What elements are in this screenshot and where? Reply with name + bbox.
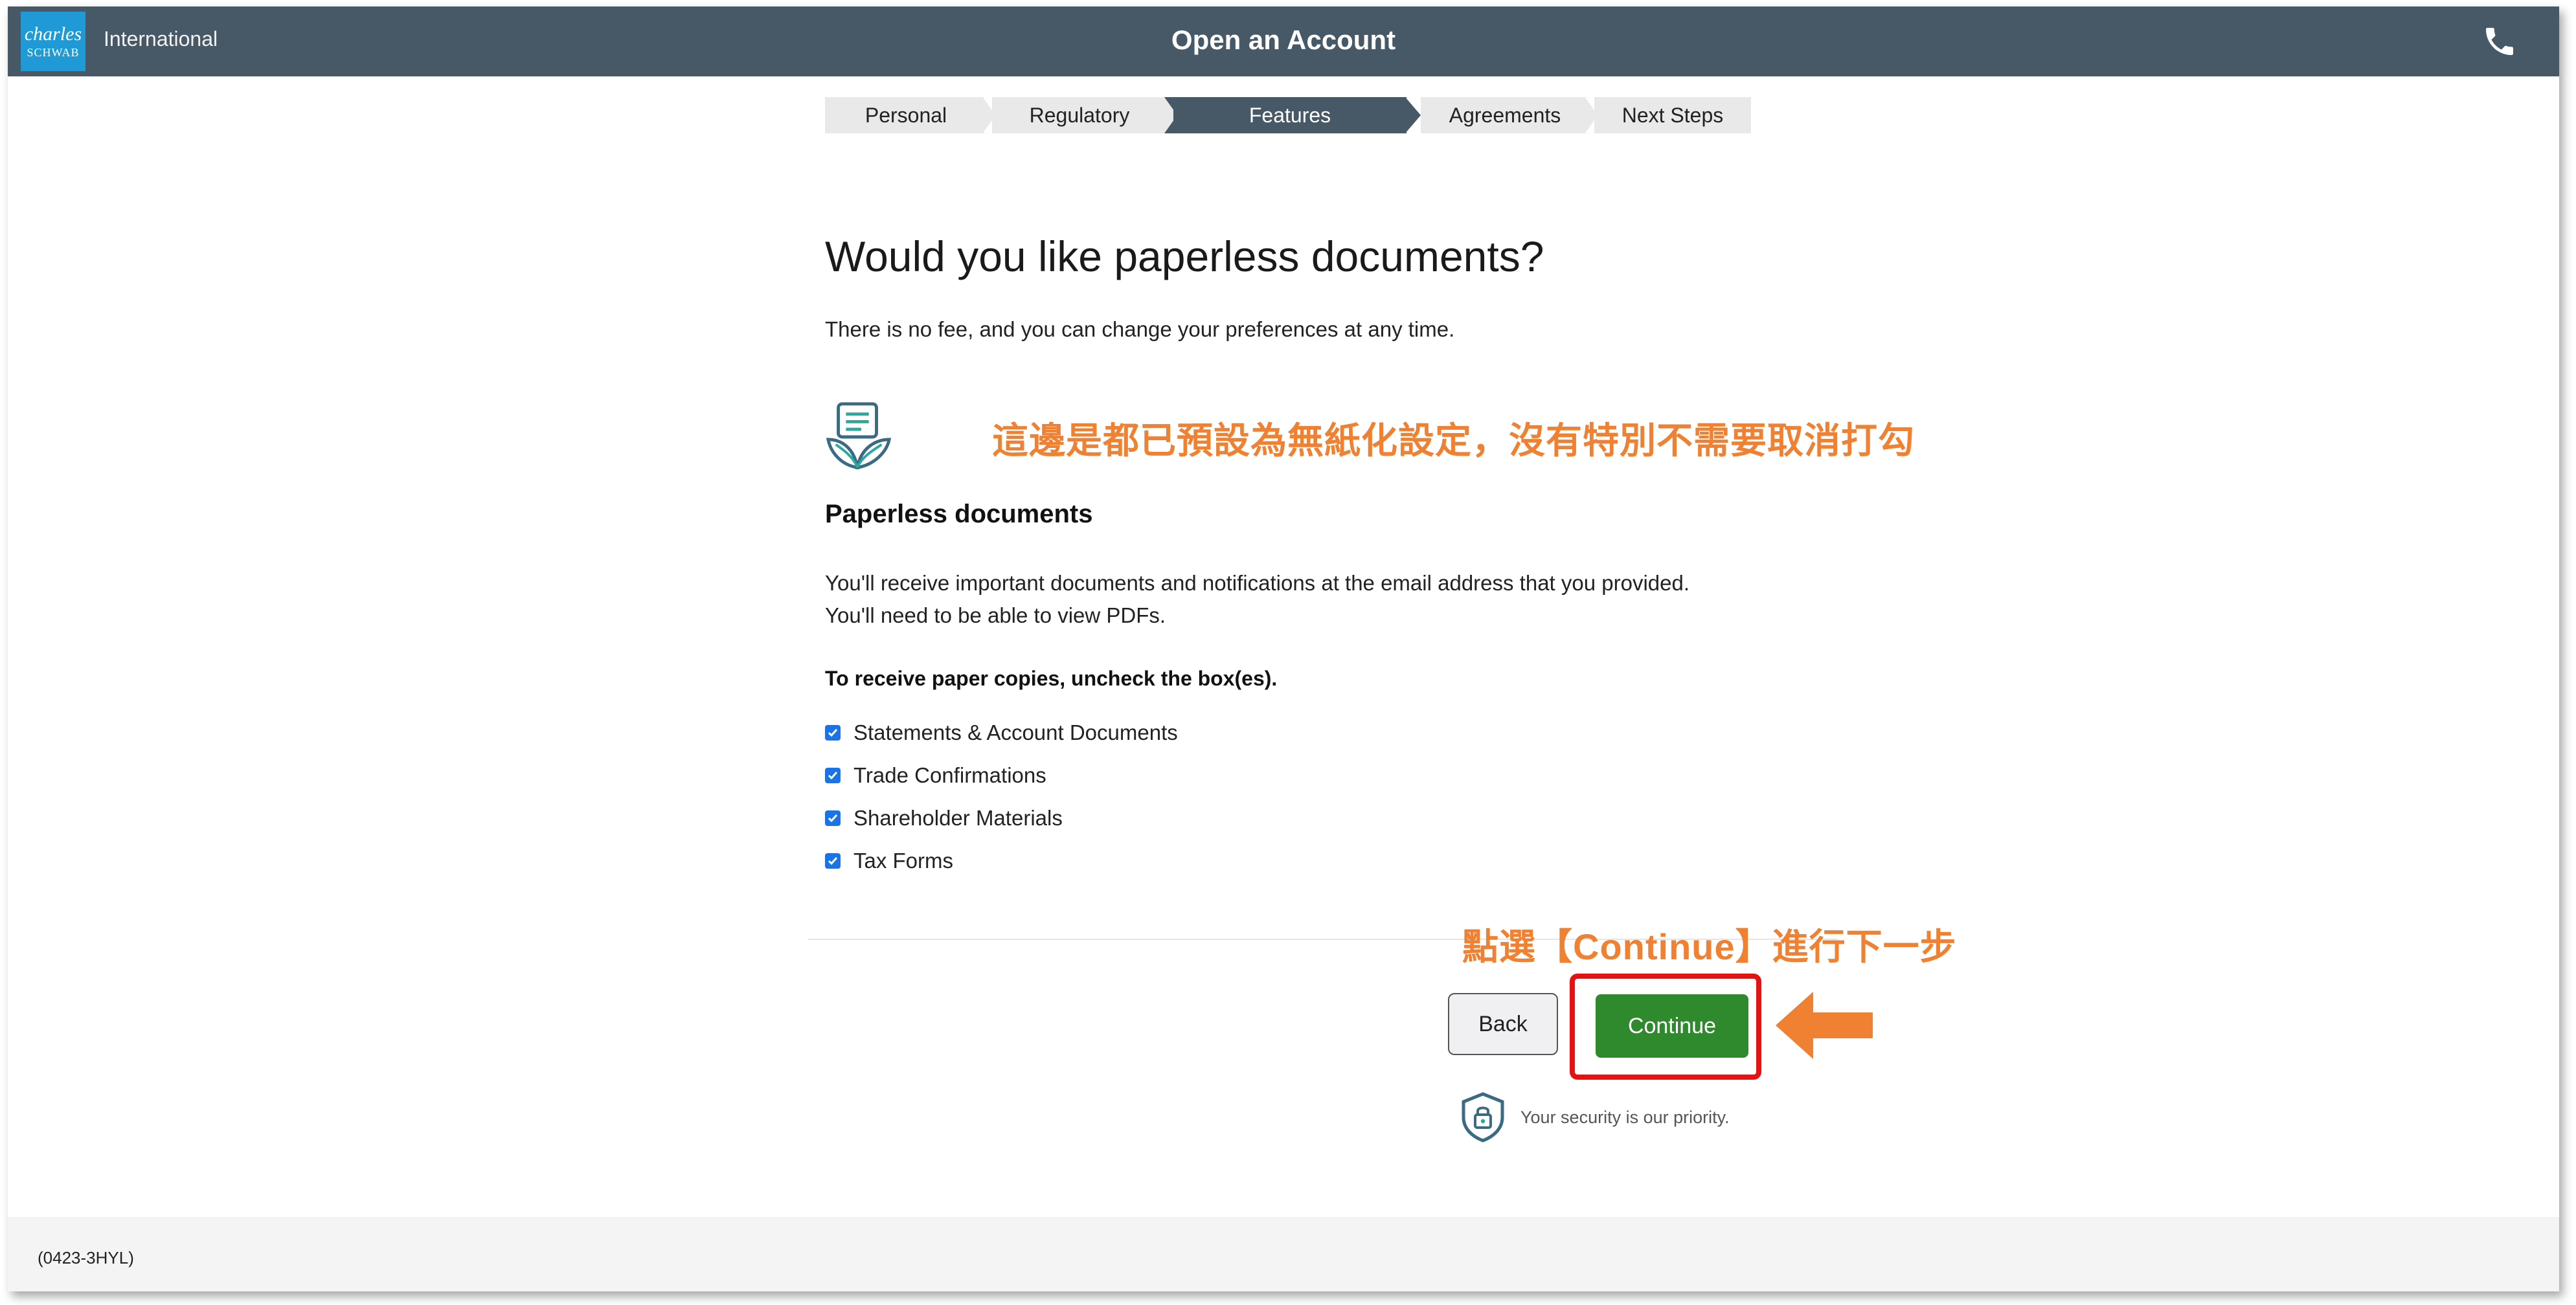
checkbox-label[interactable]: Trade Confirmations [853, 763, 1046, 788]
step-label: Personal [864, 103, 947, 127]
checkbox-checked-icon[interactable] [825, 810, 841, 826]
checkbox-shareholder-materials[interactable]: Shareholder Materials [825, 804, 1063, 832]
page-title: Open an Account [1171, 25, 1396, 55]
step-label: Agreements [1449, 103, 1561, 127]
section-description-line2: You'll need to be able to view PDFs. [825, 603, 1166, 627]
step-separator-icon [1405, 97, 1421, 133]
annotation-click-continue: 點選【Continue】進行下一步 [1462, 926, 1957, 967]
question-heading: Would you like paperless documents? [825, 232, 1544, 280]
security-text: Your security is our priority. [1520, 1107, 1730, 1127]
page-footer: (0423-3HYL) [8, 1217, 2559, 1291]
paperless-document-leaf-icon [826, 402, 892, 470]
left-arrow-annotation-icon [1776, 992, 1873, 1059]
step-next-steps: Next Steps [1594, 97, 1751, 133]
back-button[interactable]: Back [1448, 993, 1558, 1055]
section-title: Paperless documents [825, 500, 1093, 528]
checkbox-label[interactable]: Statements & Account Documents [853, 720, 1178, 745]
step-features: Features [1173, 97, 1407, 133]
progress-stepper: Personal Regulatory Features Agreements … [825, 97, 1751, 133]
checkbox-tax-forms[interactable]: Tax Forms [825, 847, 953, 875]
step-label: Next Steps [1621, 103, 1724, 127]
step-label: Features [1248, 103, 1331, 127]
step-agreements: Agreements [1421, 97, 1589, 133]
checkbox-checked-icon[interactable] [825, 725, 841, 741]
step-label: Regulatory [1029, 103, 1130, 127]
phone-icon[interactable] [2481, 23, 2518, 60]
annotation-default-paperless: 這邊是都已預設為無紙化設定，沒有特別不需要取消打勾 [992, 420, 1915, 461]
header-bar: charles SCHWAB International Open an Acc… [8, 6, 2559, 76]
continue-button[interactable]: Continue [1596, 994, 1748, 1058]
footer-code: (0423-3HYL) [38, 1248, 134, 1267]
checkbox-trade-confirmations[interactable]: Trade Confirmations [825, 761, 1046, 790]
step-regulatory: Regulatory [992, 97, 1167, 133]
checkbox-statements[interactable]: Statements & Account Documents [825, 719, 1178, 747]
checkbox-label[interactable]: Shareholder Materials [853, 806, 1063, 831]
uncheck-instruction: To receive paper copies, uncheck the box… [825, 667, 1278, 690]
checkbox-label[interactable]: Tax Forms [853, 849, 953, 873]
section-description-line1: You'll receive important documents and n… [825, 571, 1690, 595]
security-notice: Your security is our priority. [1458, 1091, 1730, 1143]
checkbox-checked-icon[interactable] [825, 853, 841, 869]
question-subtitle: There is no fee, and you can change your… [825, 317, 1455, 341]
security-shield-lock-icon [1462, 1092, 1504, 1143]
step-personal: Personal [825, 97, 987, 133]
checkbox-checked-icon[interactable] [825, 768, 841, 783]
browser-page: charles SCHWAB International Open an Acc… [8, 6, 2559, 1291]
